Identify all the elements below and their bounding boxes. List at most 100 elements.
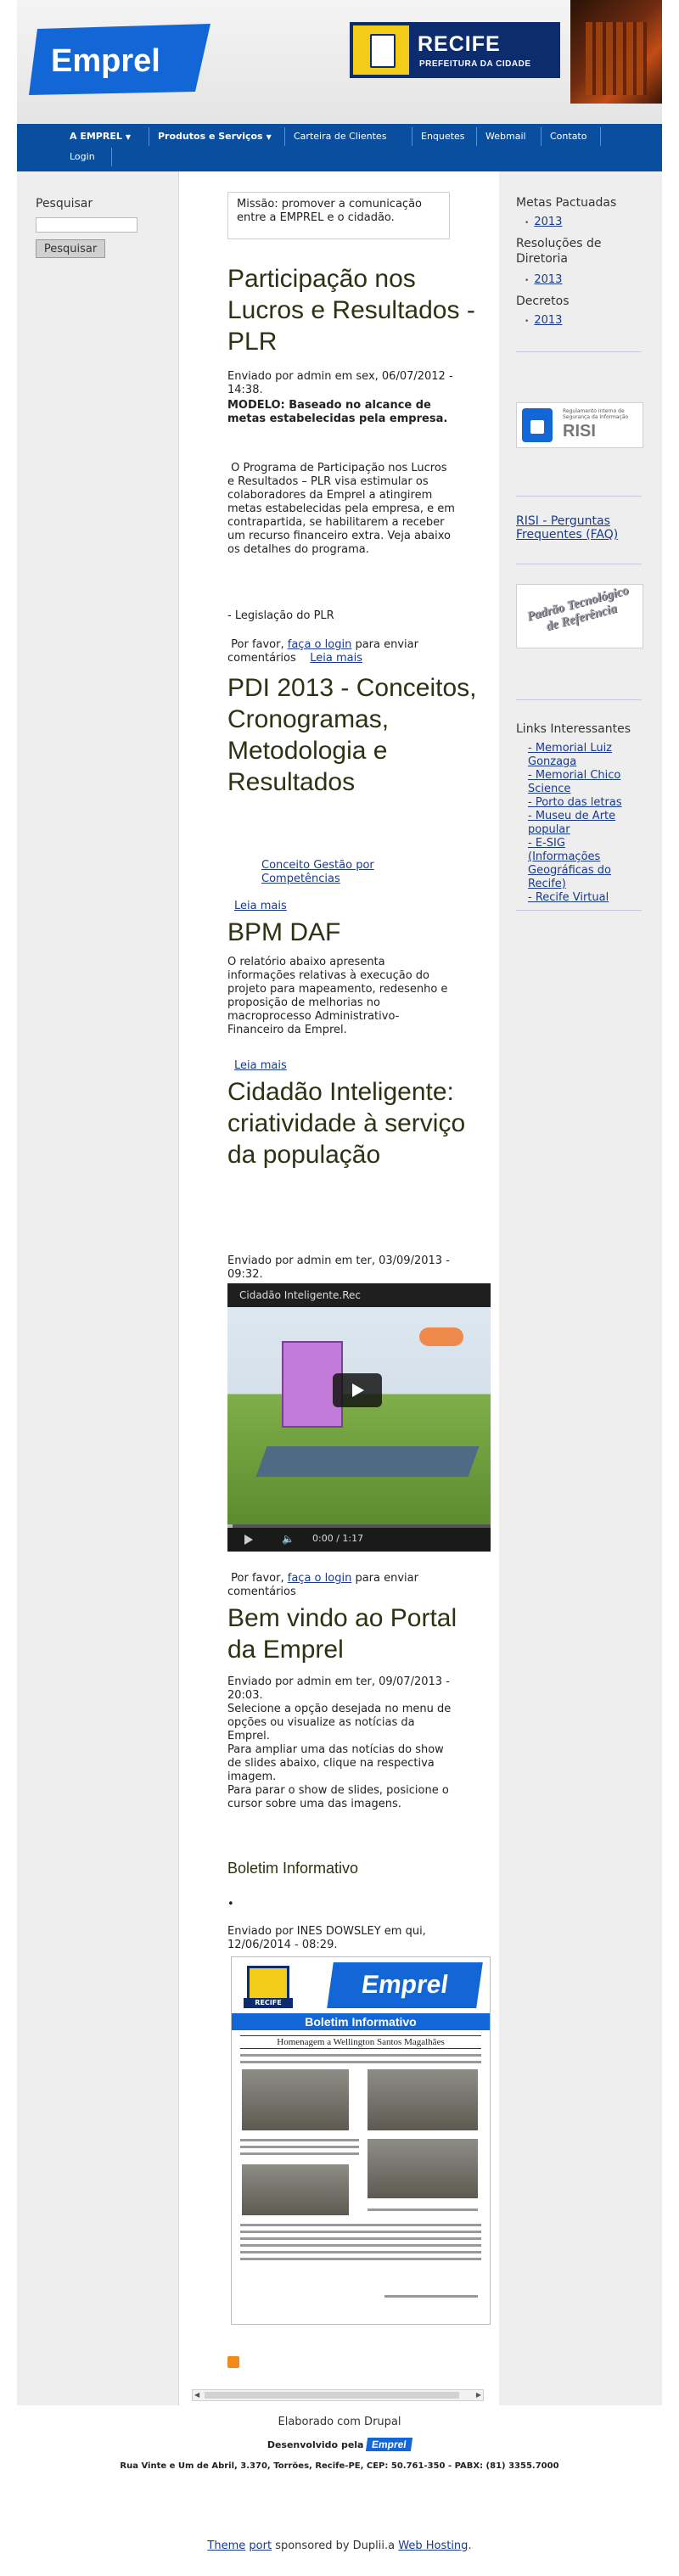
bullet-icon: • <box>525 317 530 326</box>
post-body-bpm: O relatório abaixo apresenta informações… <box>227 956 448 1036</box>
link-e-sig[interactable]: - E-SIG (Informações Geográficas do Reci… <box>528 837 638 891</box>
header-photo <box>570 0 662 104</box>
main-nav: A EMPREL ▼ Produtos e Serviços ▼ Carteira … <box>17 124 662 171</box>
scroll-left-icon[interactable]: ◀ <box>194 2391 199 2399</box>
nav-item-login[interactable]: Login <box>61 148 112 166</box>
decretos-2013-link[interactable]: • 2013 <box>525 314 562 327</box>
login-link[interactable]: faça o login <box>288 1572 352 1585</box>
video-thumbnail <box>227 1307 491 1524</box>
nav-item-carteira-clientes[interactable]: Carteira de Clientes <box>285 127 412 146</box>
lock-icon <box>522 408 553 442</box>
right-sidebar <box>499 171 662 2405</box>
web-hosting-link[interactable]: Web Hosting <box>398 2540 468 2552</box>
boletim-band: Boletim Informativo <box>232 2013 490 2030</box>
risi-badge-label: RISI <box>563 422 596 441</box>
chevron-down-icon: ▼ <box>125 133 132 141</box>
video-time: 0:00 / 1:17 <box>312 1533 364 1544</box>
mission-box: Missão: promover a comunicação entre a E… <box>227 192 450 239</box>
horizontal-scrollbar[interactable]: ◀ ▶ <box>192 2389 484 2401</box>
post-body-bemvindo-1: Selecione a opção desejada no menu de op… <box>227 1703 452 1743</box>
read-more-link[interactable]: Leia mais <box>310 652 362 665</box>
metas-heading: Metas Pactuadas <box>516 196 617 210</box>
footer-address: Rua Vinte e Um de Abril, 3.370, Torrões,… <box>120 2461 559 2471</box>
boletim-photo <box>368 2069 478 2130</box>
resolucoes-2013-link[interactable]: • 2013 <box>525 273 562 286</box>
chevron-down-icon: ▼ <box>266 133 272 141</box>
rss-icon[interactable] <box>227 2356 239 2368</box>
video-progress-bar[interactable] <box>227 1524 491 1528</box>
read-more-link[interactable]: Leia mais <box>234 900 287 912</box>
link-recife-virtual[interactable]: - Recife Virtual <box>528 891 638 905</box>
video-progress-fill <box>227 1524 233 1528</box>
boletim-photo <box>368 2139 478 2198</box>
emprel-logo[interactable]: Emprel <box>29 24 216 95</box>
boletim-brand: Emprel <box>327 1962 483 2008</box>
scroll-right-icon[interactable]: ▶ <box>476 2391 481 2399</box>
read-more-link[interactable]: Leia mais <box>234 1059 287 1072</box>
boletim-headline: Homenagem a Wellington Santos Magalhães <box>240 2035 481 2049</box>
decretos-heading: Decretos <box>516 295 570 308</box>
comment-login-prompt: Por favor, faça o login para enviar come… <box>227 638 418 665</box>
bullet-icon: • <box>525 277 530 285</box>
link-museu-arte-popular[interactable]: - Museu de Arte popular <box>528 810 638 837</box>
link-memorial-luiz-gonzaga[interactable]: - Memorial Luiz Gonzaga <box>528 742 638 769</box>
link-porto-das-letras[interactable]: - Porto das letras <box>528 796 638 810</box>
footer-emprel-logo[interactable]: Emprel <box>366 2438 413 2451</box>
nav-item-produtos-servicos[interactable]: Produtos e Serviços ▼ <box>149 127 285 146</box>
scroll-thumb[interactable] <box>205 2392 459 2399</box>
recife-banner[interactable]: RECIFE PREFEITURA DA CIDADE <box>350 22 560 78</box>
padrao-tecnologico-badge[interactable]: Padrão Tecnológico de Referência <box>516 584 643 648</box>
risi-faq-link[interactable]: RISI - Perguntas Frequentes (FAQ) <box>516 514 643 542</box>
post-title-cidadao[interactable]: Cidadão Inteligente: criatividade à serv… <box>227 1076 482 1170</box>
post-title-plr[interactable]: Participação nos Lucros e Resultados - P… <box>227 263 482 357</box>
risi-badge-caption: Regulamento Interno de Segurança da Info… <box>563 408 629 420</box>
search-button[interactable]: Pesquisar <box>36 239 105 258</box>
link-memorial-chico-science[interactable]: - Memorial Chico Science <box>528 769 638 796</box>
post-body-bemvindo-2: Para ampliar uma das notícias do show de… <box>227 1743 444 1783</box>
post-meta-bemvindo: Enviado por admin em ter, 09/07/2013 - 2… <box>227 1675 450 1702</box>
boletim-photo <box>242 2069 349 2130</box>
recife-crest-icon <box>353 25 409 75</box>
post-meta-cidadao: Enviado por admin em ter, 03/09/2013 - 0… <box>227 1254 450 1281</box>
video-title[interactable]: Cidadão Inteligente.Rec <box>227 1283 491 1307</box>
metas-2013-link[interactable]: • 2013 <box>525 216 562 228</box>
bullet-icon: • <box>525 219 530 227</box>
competencias-link[interactable]: Conceito Gestão por Competências <box>261 859 414 886</box>
recife-subtitle: PREFEITURA DA CIDADE <box>419 59 531 69</box>
play-icon[interactable] <box>244 1535 253 1545</box>
post-title-pdi[interactable]: PDI 2013 - Conceitos, Cronogramas, Metod… <box>227 672 482 798</box>
left-sidebar <box>17 171 178 2405</box>
play-icon[interactable] <box>333 1373 382 1407</box>
post-title-bpm[interactable]: BPM DAF <box>227 917 482 948</box>
divider <box>516 351 642 352</box>
resolucoes-heading: Resoluções de Diretoria <box>516 237 602 266</box>
logo-text: Emprel <box>51 43 160 79</box>
legislation-link[interactable]: - Legislação do PLR <box>227 609 455 623</box>
nav-item-enquetes[interactable]: Enquetes <box>412 127 477 146</box>
post-title-bemvindo[interactable]: Bem vindo ao Portal da Emprel <box>227 1602 482 1665</box>
divider <box>516 910 642 911</box>
boletim-image[interactable]: RECIFE Emprel Boletim Informativo Homena… <box>231 1956 491 2325</box>
theme-credit: Theme port sponsored by Duplii.a Web Hos… <box>207 2540 472 2552</box>
bullet: • <box>227 1898 234 1911</box>
login-link[interactable]: faça o login <box>288 638 352 651</box>
nav-item-webmail[interactable]: Webmail <box>477 127 542 146</box>
search-input[interactable] <box>36 217 137 233</box>
boletim-recife-label: RECIFE <box>244 1998 293 2008</box>
post-title-boletim[interactable]: Boletim Informativo <box>227 1859 482 1877</box>
volume-icon[interactable]: 🔈 <box>282 1533 295 1545</box>
video-player[interactable]: Cidadão Inteligente.Rec 🔈 0:00 / 1:17 <box>227 1283 491 1552</box>
theme-link[interactable]: Theme <box>207 2540 245 2552</box>
search-label: Pesquisar <box>36 197 93 210</box>
nav-item-contato[interactable]: Contato <box>542 127 601 146</box>
risi-badge[interactable]: Regulamento Interno de Segurança da Info… <box>516 402 643 448</box>
post-meta-plr: Enviado por admin em sex, 06/07/2012 - 1… <box>227 370 453 396</box>
links-list: - Memorial Luiz Gonzaga - Memorial Chico… <box>528 742 638 905</box>
nav-item-a-emprel[interactable]: A EMPREL ▼ <box>61 127 149 146</box>
comment-login-prompt: Por favor, faça o login para enviar come… <box>227 1572 418 1598</box>
post-model-plr: MODELO: Baseado no alcance de metas esta… <box>227 399 448 425</box>
port-link[interactable]: port <box>249 2540 272 2552</box>
post-meta-boletim: Enviado por INES DOWSLEY em qui, 12/06/2… <box>227 1925 426 1951</box>
boletim-photo <box>242 2164 349 2215</box>
recife-title: RECIFE <box>418 32 501 56</box>
